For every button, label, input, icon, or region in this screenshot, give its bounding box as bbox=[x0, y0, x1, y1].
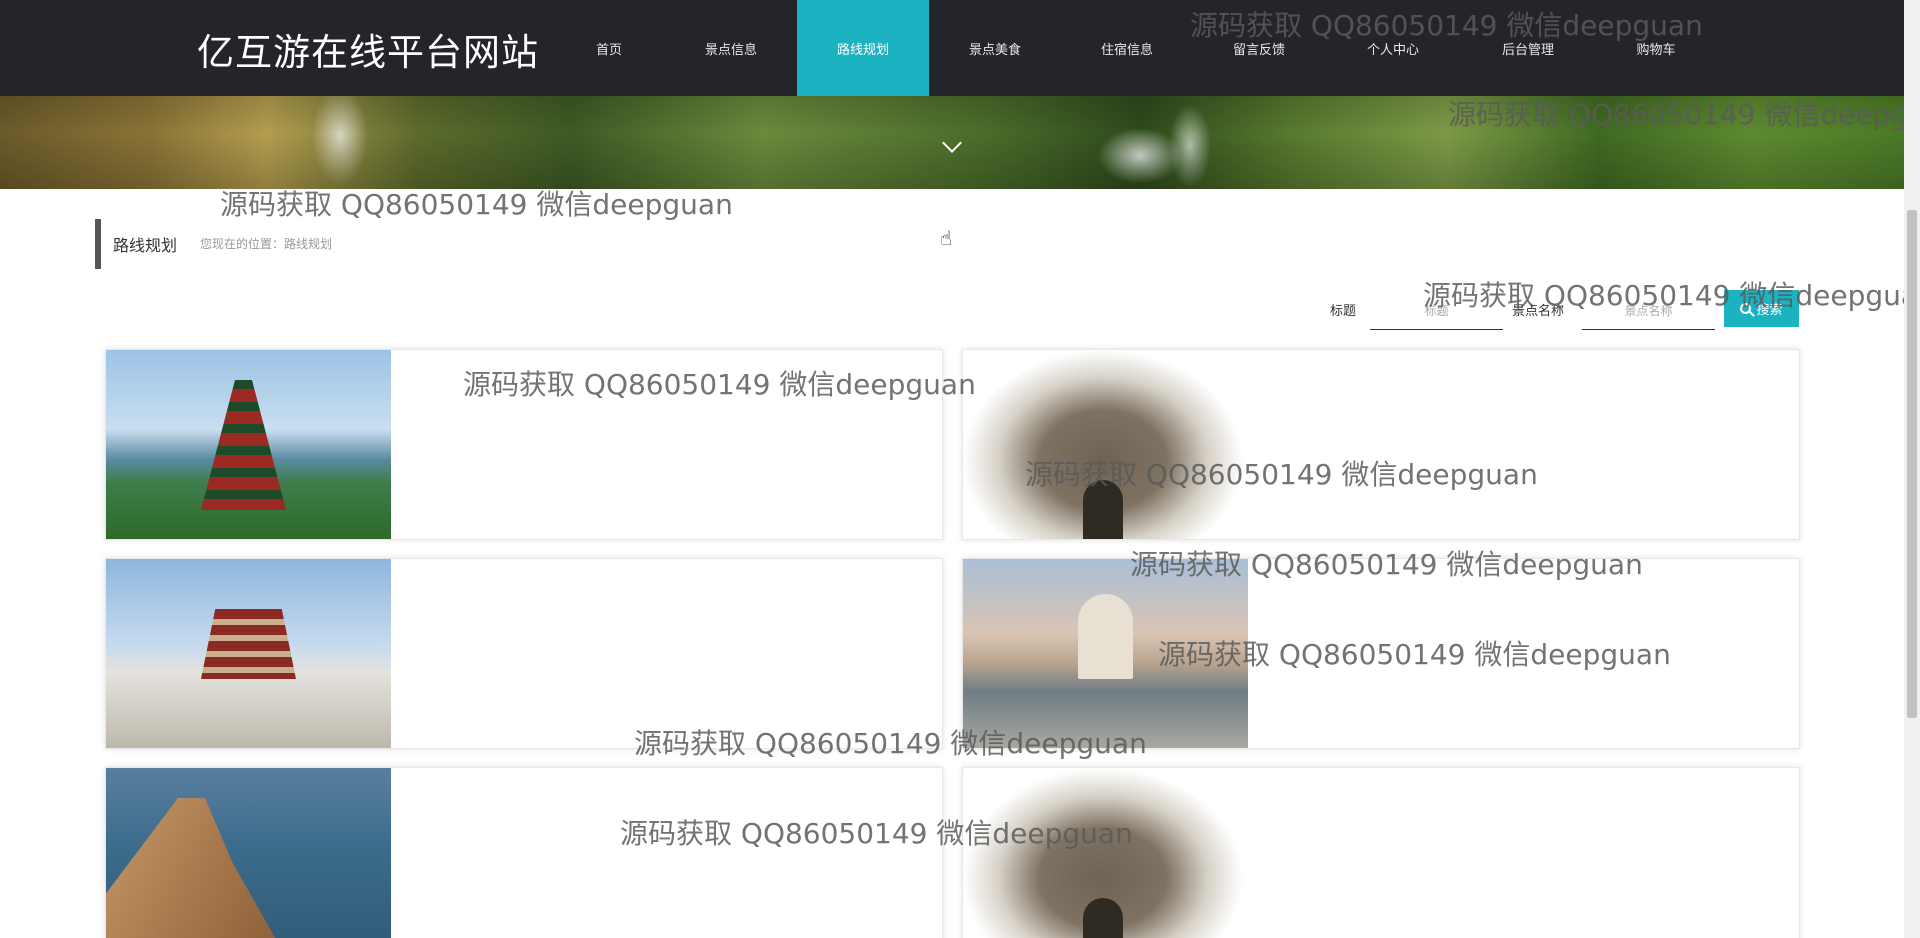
title-search-input[interactable] bbox=[1370, 292, 1503, 330]
nav-item-feedback[interactable]: 留言反馈 bbox=[1193, 0, 1325, 96]
nav-item-scenic-info[interactable]: 景点信息 bbox=[665, 0, 797, 96]
spot-search-label: 景点名称 bbox=[1512, 304, 1565, 319]
route-card-image[interactable] bbox=[106, 768, 391, 938]
cliff-rock-shape bbox=[106, 798, 286, 938]
nav-item-lodging[interactable]: 住宿信息 bbox=[1061, 0, 1193, 96]
breadcrumb: 您现在的位置：路线规划 bbox=[200, 237, 333, 251]
route-card[interactable] bbox=[105, 767, 943, 938]
search-button-label: 搜索 bbox=[1756, 303, 1783, 318]
pagoda-shape bbox=[201, 380, 286, 510]
title-search-label: 标题 bbox=[1330, 304, 1357, 319]
nav-item-route-planning[interactable]: 路线规划 bbox=[797, 0, 929, 96]
breadcrumb-accent-bar bbox=[95, 219, 101, 269]
top-navbar: 亿互游在线平台网站 首页 景点信息 路线规划 景点美食 住宿信息 留言反馈 个人… bbox=[0, 0, 1904, 96]
site-title[interactable]: 亿互游在线平台网站 bbox=[197, 22, 539, 76]
nav-item-scenic-food[interactable]: 景点美食 bbox=[929, 0, 1061, 96]
nav-item-home[interactable]: 首页 bbox=[543, 0, 675, 96]
gate-door-shape bbox=[1083, 898, 1123, 938]
palace-hall-shape bbox=[201, 609, 296, 679]
route-card-image[interactable] bbox=[106, 350, 391, 539]
search-icon bbox=[1740, 303, 1752, 314]
hero-banner bbox=[0, 96, 1904, 189]
nav-item-cart[interactable]: 购物车 bbox=[1590, 0, 1722, 96]
nav-item-profile[interactable]: 个人中心 bbox=[1327, 0, 1459, 96]
route-card[interactable] bbox=[105, 349, 943, 540]
route-card[interactable] bbox=[962, 767, 1800, 938]
route-card-image[interactable] bbox=[106, 559, 391, 748]
route-card[interactable] bbox=[962, 558, 1800, 749]
watermark: 源码获取 QQ86050149 微信deepguan bbox=[220, 188, 733, 221]
gate-door-shape bbox=[1083, 480, 1123, 539]
hand-cursor-icon: ☝ bbox=[940, 226, 953, 250]
mosque-dome-shape bbox=[1078, 594, 1133, 679]
route-card-image[interactable] bbox=[963, 559, 1248, 748]
route-card[interactable] bbox=[105, 558, 943, 749]
page-scrollbar-thumb[interactable] bbox=[1907, 210, 1917, 718]
page-title: 路线规划 bbox=[113, 236, 178, 255]
search-button[interactable]: 搜索 bbox=[1724, 290, 1799, 327]
nav-item-admin[interactable]: 后台管理 bbox=[1462, 0, 1594, 96]
route-card[interactable] bbox=[962, 349, 1800, 540]
route-card-image[interactable] bbox=[963, 768, 1248, 938]
route-card-image[interactable] bbox=[963, 350, 1248, 539]
spot-search-input[interactable] bbox=[1582, 292, 1715, 330]
